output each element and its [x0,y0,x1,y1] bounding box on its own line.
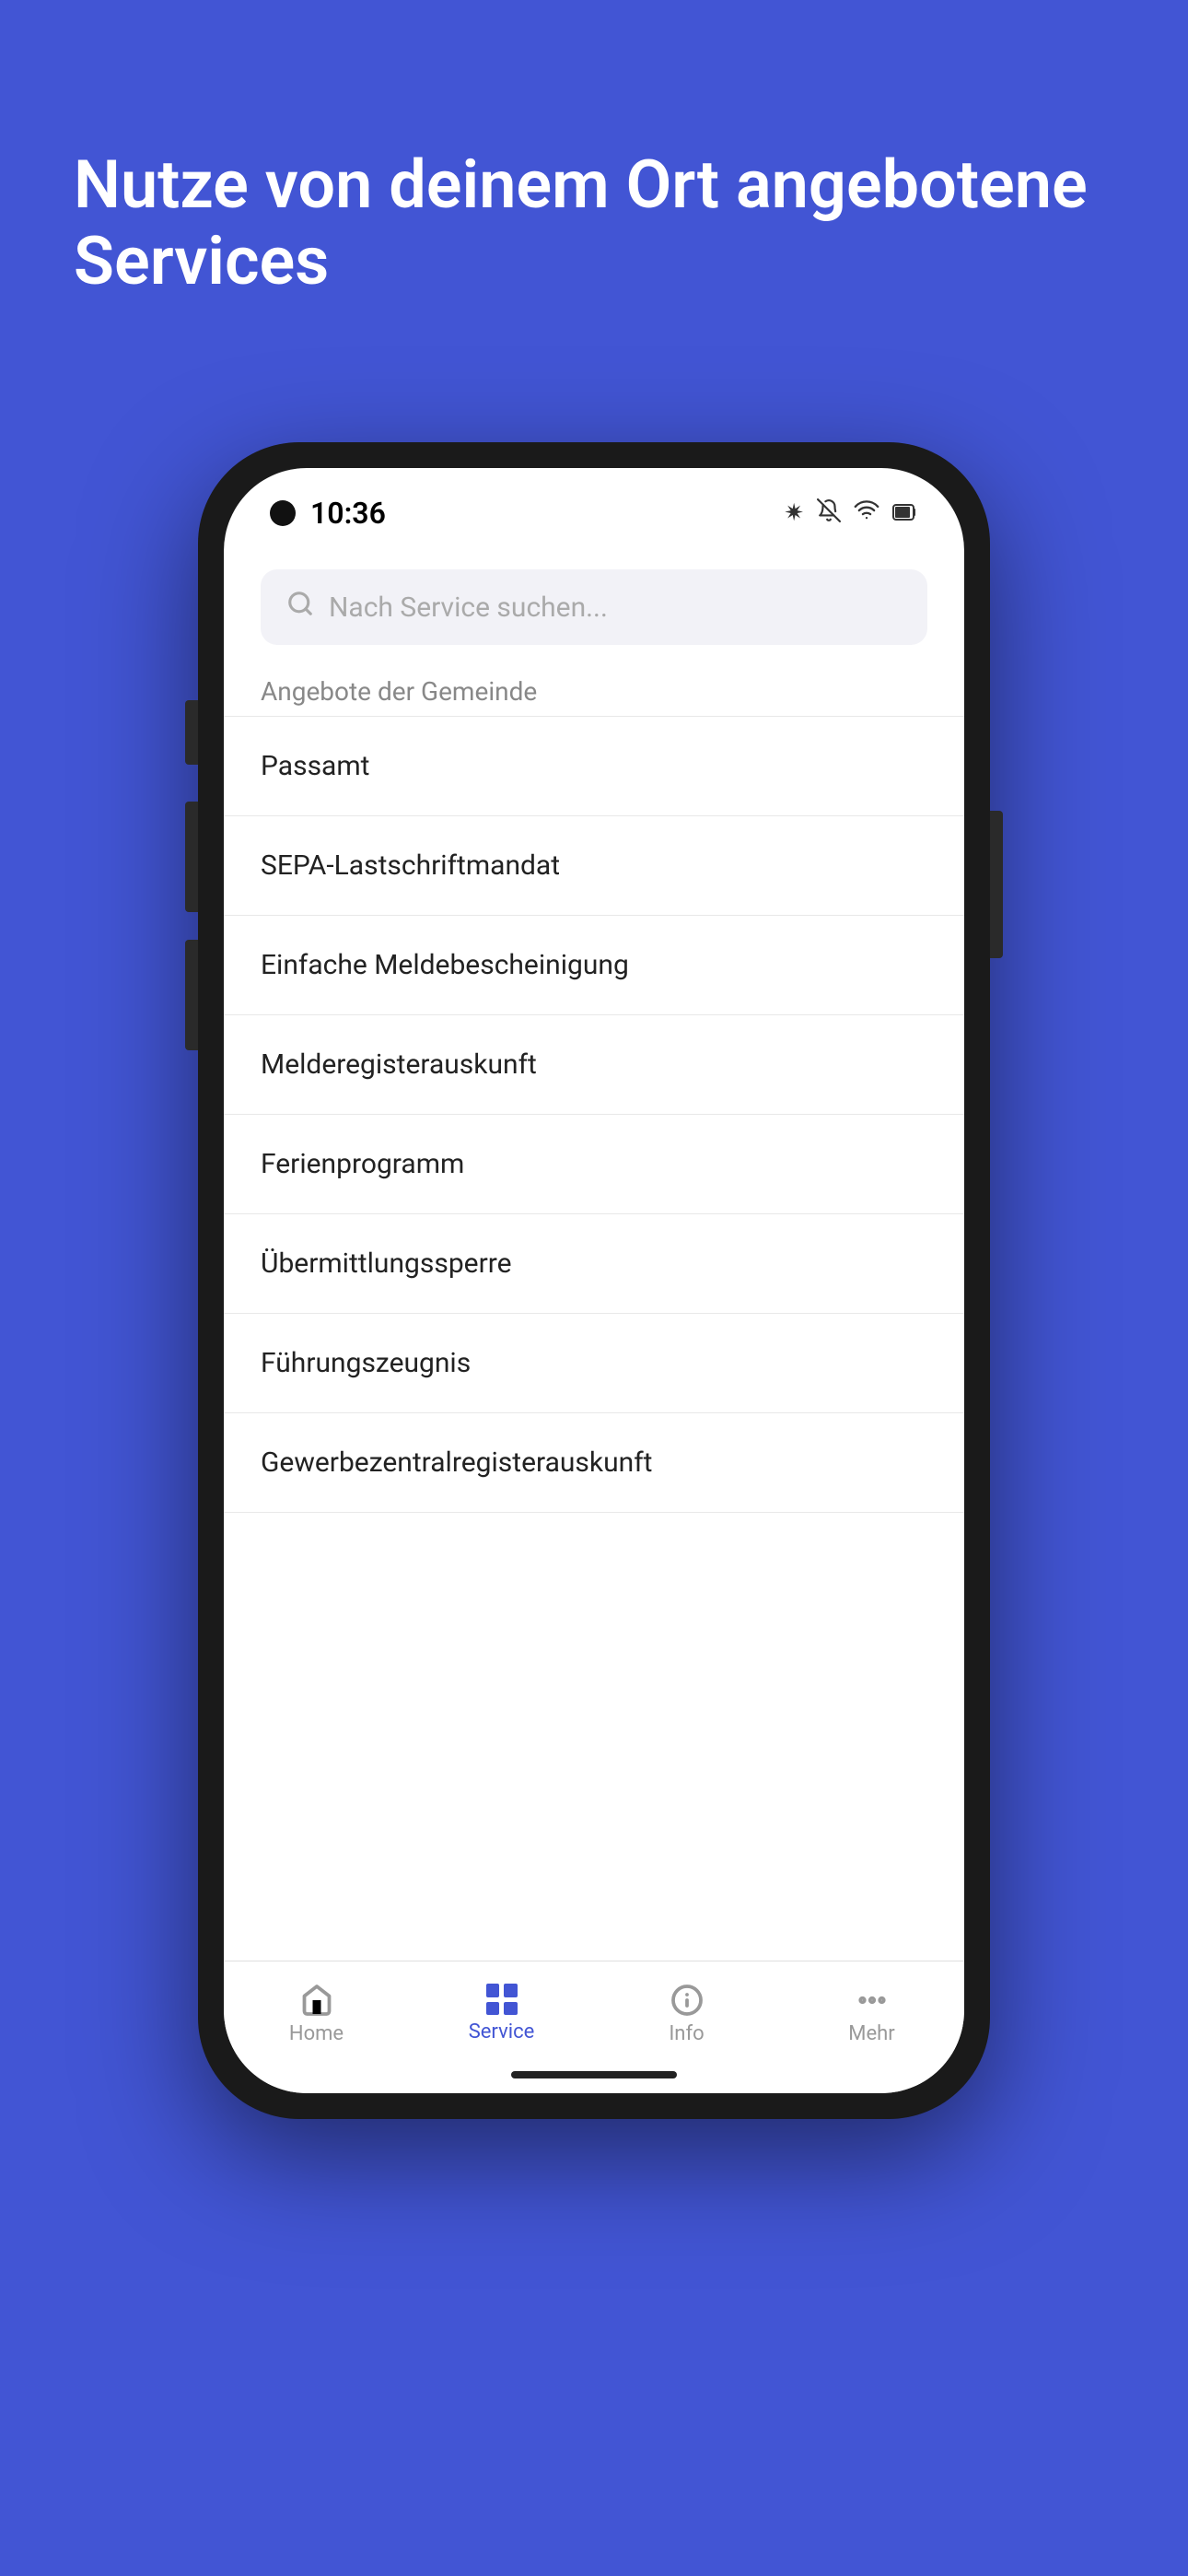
phone-screen: 10:36 ✷ [224,468,964,2093]
info-icon [670,1984,704,2017]
list-item-text: Übermittlungssperre [261,1247,512,1280]
nav-item-mehr[interactable]: Mehr [779,1976,964,2053]
phone-device: 10:36 ✷ [198,442,990,2119]
phone-shell: 10:36 ✷ [198,442,990,2119]
volume-up-button [185,700,198,765]
silent-button [185,940,198,1050]
time-display: 10:36 [310,496,386,531]
nav-label-info: Info [669,2022,704,2045]
bell-off-icon [817,498,841,529]
nav-label-mehr: Mehr [848,2022,894,2045]
services-list: Passamt SEPA-Lastschriftmandat Einfache … [224,716,964,1961]
more-icon [856,1984,889,2017]
section-label: Angebote der Gemeinde [224,663,964,716]
power-button [990,811,1003,958]
list-item[interactable]: Übermittlungssperre [224,1214,964,1314]
battery-icon [892,499,918,527]
list-item-text: Einfache Meldebescheinigung [261,949,629,981]
list-item[interactable]: Führungszeugnis [224,1314,964,1413]
search-icon [286,590,314,625]
list-item[interactable]: Passamt [224,716,964,816]
grid-icon [486,1984,518,2015]
volume-down-button [185,802,198,912]
camera-icon [270,500,296,526]
bluetooth-icon: ✷ [784,499,804,527]
list-item-text: Ferienprogramm [261,1148,464,1180]
hero-title: Nutze von deinem Ort angebotene Services [74,147,1114,300]
nav-item-info[interactable]: Info [594,1976,779,2053]
status-bar: 10:36 ✷ [224,468,964,542]
home-bar [511,2071,677,2078]
list-item-text: Gewerbezentralregisterauskunft [261,1446,652,1479]
search-bar-container: Nach Service suchen... [224,569,964,663]
list-item[interactable]: Gewerbezentralregisterauskunft [224,1413,964,1513]
search-placeholder-text: Nach Service suchen... [329,591,608,624]
nav-item-service[interactable]: Service [409,1976,594,2053]
list-item-text: SEPA-Lastschriftmandat [261,849,560,882]
list-item-text: Führungszeugnis [261,1347,471,1379]
nav-label-service: Service [469,2020,535,2043]
list-item[interactable]: Ferienprogramm [224,1115,964,1214]
list-item-text: Melderegisterauskunft [261,1048,537,1081]
list-item[interactable]: Melderegisterauskunft [224,1015,964,1115]
wifi-icon [854,498,879,530]
home-icon [300,1984,333,2017]
app-content: Nach Service suchen... Angebote der Geme… [224,542,964,2093]
list-item[interactable]: SEPA-Lastschriftmandat [224,816,964,916]
status-icons-group: ✷ [784,498,918,530]
list-item-text: Passamt [261,750,370,782]
nav-label-home: Home [289,2022,344,2045]
bottom-navigation: Home Service [224,1961,964,2056]
list-item[interactable]: Einfache Meldebescheinigung [224,916,964,1015]
search-input-box[interactable]: Nach Service suchen... [261,569,927,645]
home-indicator [224,2056,964,2093]
status-time-area: 10:36 [270,496,386,531]
nav-item-home[interactable]: Home [224,1976,409,2053]
